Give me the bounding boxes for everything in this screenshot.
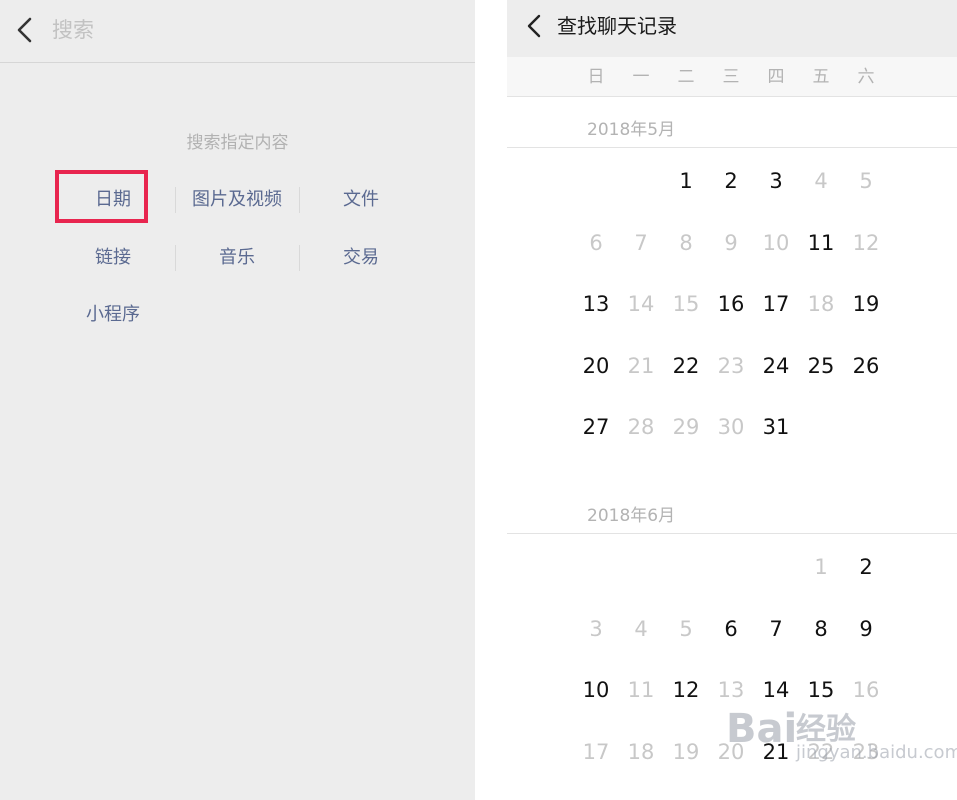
- calendar-day[interactable]: 14: [754, 676, 798, 704]
- calendar-day-disabled: 18: [807, 292, 835, 316]
- search-hint: 搜索指定内容: [186, 133, 289, 153]
- calendar-day-disabled: 29: [672, 415, 700, 439]
- calendar-day-disabled: 15: [672, 292, 700, 316]
- calendar-day[interactable]: 22: [664, 352, 708, 380]
- calendar-day-disabled: 1: [814, 555, 828, 579]
- calendar-day-disabled: 18: [627, 739, 655, 764]
- calendar-day-disabled: 7: [634, 230, 648, 255]
- weekday-label: 二: [677, 67, 695, 87]
- calendar-day-disabled: 14: [627, 292, 655, 316]
- highlight-box: [55, 170, 148, 223]
- calendar-day[interactable]: 17: [754, 290, 798, 318]
- calendar-day[interactable]: 9: [844, 615, 888, 643]
- calendar-day[interactable]: 12: [664, 676, 708, 704]
- calendar-day[interactable]: 27: [574, 413, 618, 441]
- calendar-day[interactable]: 24: [754, 352, 798, 380]
- calendar-day-disabled: 20: [717, 739, 745, 764]
- weekday-bar: 日一二三四五六: [507, 57, 957, 97]
- calendar-day-disabled: 9: [724, 230, 738, 255]
- calendar-day[interactable]: 21: [754, 738, 798, 766]
- calendar-day-disabled: 12: [852, 230, 880, 255]
- search-header: [0, 0, 475, 63]
- calendar-day-disabled: 22: [807, 739, 835, 764]
- calendar-day[interactable]: 19: [844, 290, 888, 318]
- screenshot-composite: 搜索指定内容 日期 图片及视频 文件 链接 音乐 交易 小程序 查找聊天记录 日…: [0, 0, 957, 800]
- calendar-day-disabled: 10: [762, 230, 790, 255]
- weekday-label: 五: [812, 67, 830, 87]
- calendar-day[interactable]: 20: [574, 352, 618, 380]
- month-divider: [507, 533, 957, 534]
- weekday-label: 四: [767, 67, 785, 87]
- calendar-day-disabled: 6: [589, 230, 603, 255]
- calendar-day-disabled: 28: [627, 415, 655, 439]
- chat-history-calendar-screen: 查找聊天记录 日一二三四五六 2018年5月 1 2 3 4 5 6 7 8 9 10 11 12 13 1…: [507, 0, 957, 800]
- calendar-day-disabled: 8: [679, 230, 693, 255]
- calendar-day[interactable]: 13: [574, 290, 618, 318]
- calendar-day-disabled: 5: [859, 169, 873, 193]
- calendar-day[interactable]: 11: [799, 229, 843, 257]
- search-screen: 搜索指定内容 日期 图片及视频 文件 链接 音乐 交易 小程序: [0, 0, 475, 800]
- back-arrow-icon[interactable]: [14, 16, 36, 44]
- category-links[interactable]: 链接: [51, 245, 175, 271]
- calendar-day[interactable]: 8: [799, 615, 843, 643]
- month-title: 2018年6月: [587, 506, 676, 526]
- search-input[interactable]: [52, 14, 452, 46]
- calendar-day[interactable]: 16: [709, 290, 753, 318]
- category-images-videos[interactable]: 图片及视频: [175, 187, 299, 213]
- calendar-day-disabled: 21: [627, 353, 655, 378]
- calendar-day-disabled: 23: [717, 353, 745, 378]
- calendar-day[interactable]: 31: [754, 413, 798, 441]
- weekday-label: 六: [857, 67, 875, 87]
- category-music[interactable]: 音乐: [175, 245, 299, 271]
- calendar-day[interactable]: 7: [754, 615, 798, 643]
- calendar-day-disabled: 13: [717, 678, 745, 702]
- month-title: 2018年5月: [587, 120, 676, 140]
- calendar-day-disabled: 23: [852, 739, 880, 764]
- weekday-label: 三: [722, 67, 740, 87]
- calendar-day[interactable]: 15: [799, 676, 843, 704]
- calendar-day-disabled: 17: [582, 739, 610, 764]
- calendar-day-disabled: 19: [672, 739, 700, 764]
- calendar-day[interactable]: 26: [844, 352, 888, 380]
- category-files[interactable]: 文件: [299, 187, 423, 213]
- calendar-day-disabled: 11: [627, 678, 655, 702]
- calendar-day-disabled: 3: [589, 616, 603, 641]
- calendar-day-disabled: 16: [852, 678, 880, 702]
- back-arrow-icon[interactable]: [525, 13, 545, 39]
- month-divider: [507, 147, 957, 148]
- calendar-day[interactable]: 1: [664, 167, 708, 195]
- category-mini-programs[interactable]: 小程序: [51, 302, 175, 328]
- category-transactions[interactable]: 交易: [299, 245, 423, 271]
- calendar-day-disabled: 5: [679, 616, 693, 641]
- page-title: 查找聊天记录: [557, 14, 677, 38]
- calendar-day[interactable]: 10: [574, 676, 618, 704]
- calendar-day[interactable]: 2: [709, 167, 753, 195]
- calendar-day-disabled: 4: [634, 616, 648, 641]
- calendar-day[interactable]: 6: [709, 615, 753, 643]
- weekday-label: 日: [587, 67, 605, 87]
- calendar-day-disabled: 4: [814, 169, 828, 193]
- calendar-day[interactable]: 3: [754, 167, 798, 195]
- calendar-day[interactable]: 25: [799, 352, 843, 380]
- weekday-label: 一: [632, 67, 650, 87]
- calendar-day[interactable]: 2: [844, 553, 888, 581]
- calendar-day-disabled: 30: [717, 415, 745, 439]
- calendar-header: 查找聊天记录: [507, 0, 957, 57]
